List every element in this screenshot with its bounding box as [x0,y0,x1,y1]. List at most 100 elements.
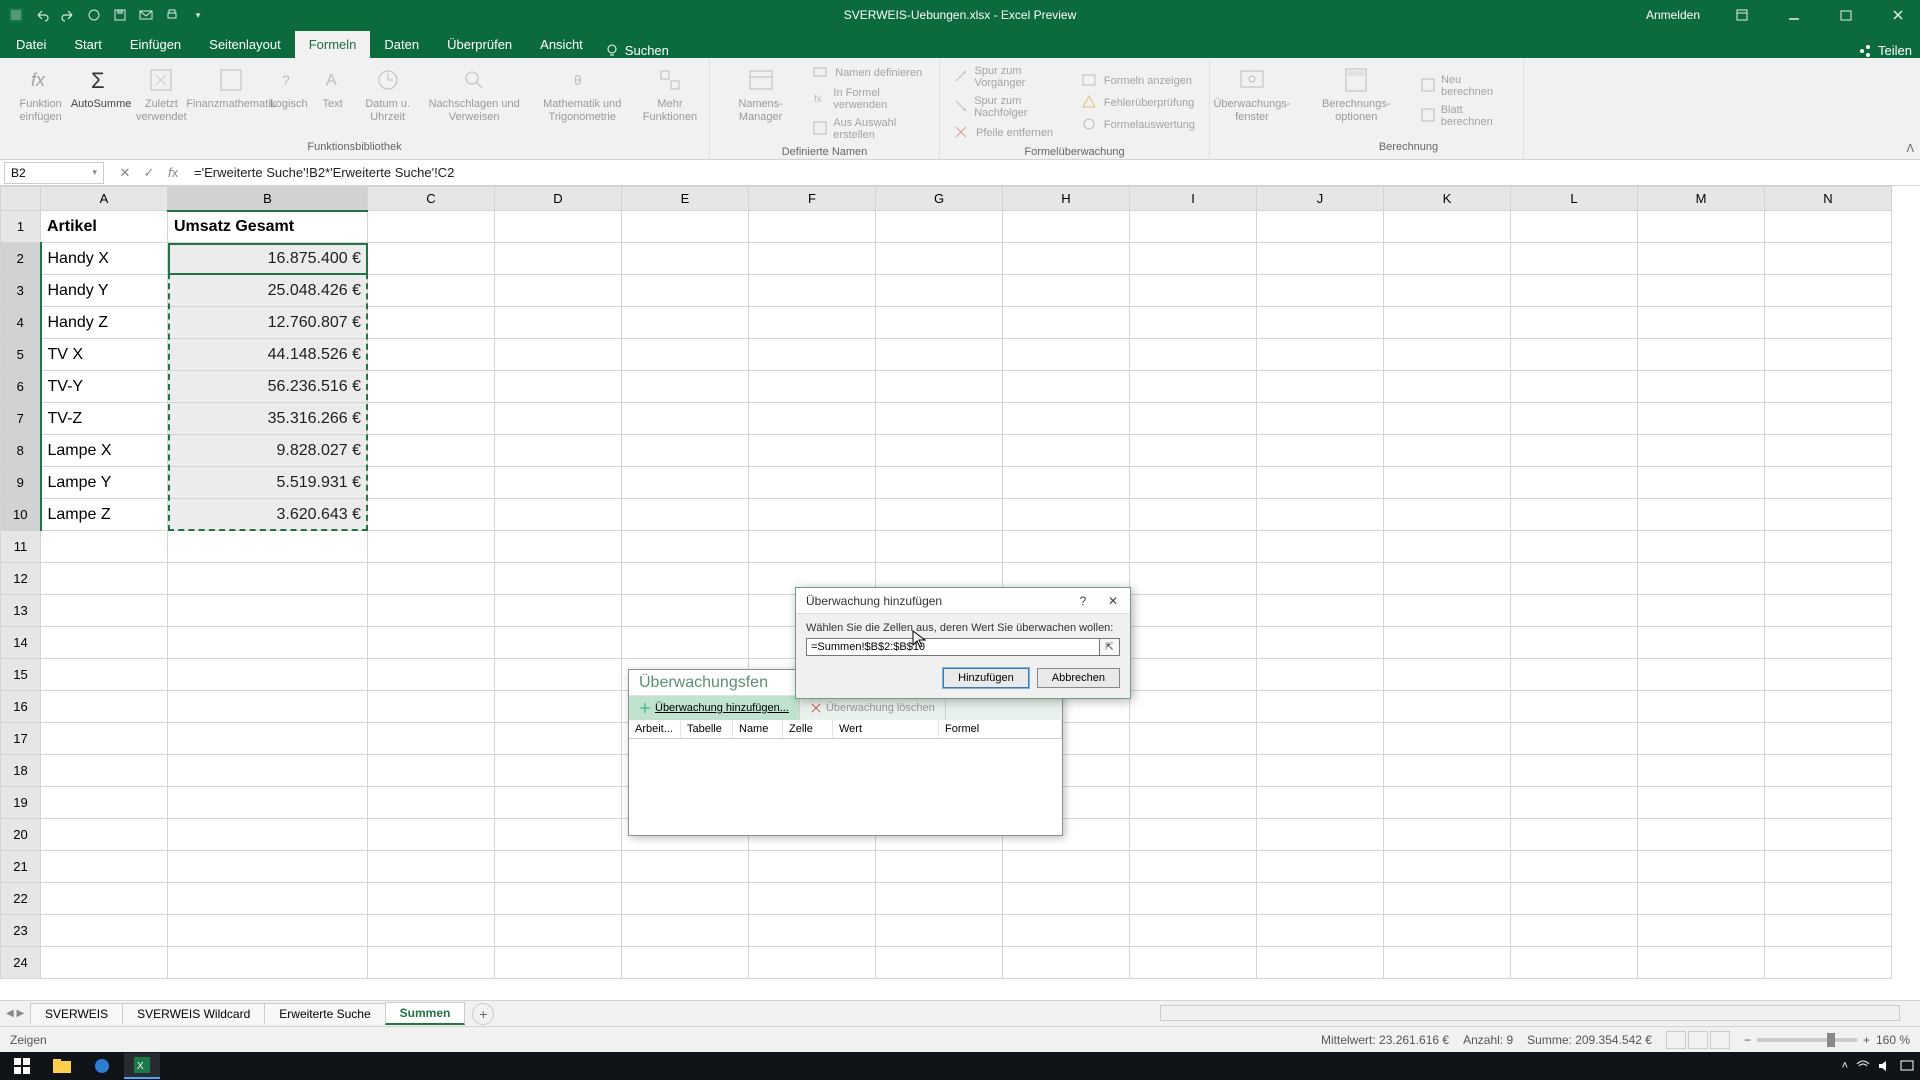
col-header-b[interactable]: B [168,187,368,211]
tab-seitenlayout[interactable]: Seitenlayout [195,31,295,58]
more-functions-button[interactable]: Mehr Funktionen [637,62,703,139]
touch-mode-icon[interactable] [86,7,102,23]
cell[interactable] [1384,819,1511,851]
cell[interactable] [495,275,622,307]
logical-button[interactable]: ?Logisch [267,62,311,139]
row-header[interactable]: 15 [1,659,41,691]
system-tray[interactable]: ˄ [1842,1059,1914,1073]
cell[interactable] [1638,883,1765,915]
row-header[interactable]: 12 [1,563,41,595]
cell[interactable] [749,307,876,339]
tell-me-search[interactable]: Suchen [605,43,669,58]
cell[interactable] [495,467,622,499]
cell[interactable] [368,403,495,435]
cell[interactable] [1511,787,1638,819]
cell[interactable] [495,883,622,915]
col-header-a[interactable]: A [41,187,168,211]
cell[interactable] [41,723,168,755]
cell[interactable] [1130,947,1257,979]
cell[interactable] [622,403,749,435]
create-from-selection-button[interactable]: Aus Auswahl erstellen [805,114,933,144]
cell[interactable] [1765,467,1892,499]
math-button[interactable]: θMathematik und Trigonometrie [528,62,637,139]
cell[interactable] [749,531,876,563]
cell[interactable] [368,659,495,691]
undo-icon[interactable] [34,7,50,23]
cell[interactable] [1765,947,1892,979]
save-icon[interactable] [112,7,128,23]
cell[interactable] [622,563,749,595]
tray-chevron-icon[interactable]: ˄ [1842,1060,1848,1072]
cell[interactable] [1511,371,1638,403]
cell[interactable] [368,339,495,371]
error-check-button[interactable]: Fehlerüberprüfung [1074,92,1203,114]
cell[interactable] [1257,275,1384,307]
cell[interactable] [368,211,495,243]
cell[interactable] [1130,627,1257,659]
cell[interactable] [1511,307,1638,339]
cell[interactable] [1765,339,1892,371]
financial-button[interactable]: Finanzmathematik [196,62,267,139]
fx-icon[interactable]: fx [164,164,182,182]
cell[interactable] [1638,819,1765,851]
cell[interactable] [622,371,749,403]
cell[interactable] [1765,755,1892,787]
cell[interactable] [495,531,622,563]
cell[interactable] [495,627,622,659]
cell[interactable] [168,723,368,755]
cell[interactable] [1384,691,1511,723]
col-header-h[interactable]: H [1003,187,1130,211]
cell[interactable]: Handy Y [41,275,168,307]
cell[interactable] [1765,211,1892,243]
cell[interactable] [1638,371,1765,403]
tab-formeln[interactable]: Formeln [295,31,371,58]
sheet-tab-1[interactable]: SVERWEIS [30,1003,123,1024]
cell[interactable] [1765,243,1892,275]
accept-formula-icon[interactable]: ✓ [140,164,158,182]
cell[interactable] [41,627,168,659]
col-header-g[interactable]: G [876,187,1003,211]
cell[interactable] [168,819,368,851]
cancel-formula-icon[interactable]: ✕ [116,164,134,182]
cell[interactable] [1384,915,1511,947]
cell[interactable] [168,755,368,787]
cell[interactable] [749,371,876,403]
cell[interactable] [1511,723,1638,755]
cell[interactable] [1003,499,1130,531]
cell[interactable] [876,243,1003,275]
cell[interactable] [1384,883,1511,915]
cell[interactable] [1003,435,1130,467]
cell[interactable] [876,915,1003,947]
cell[interactable] [495,307,622,339]
cell[interactable] [1638,339,1765,371]
cell[interactable]: Handy Z [41,307,168,339]
cell[interactable] [876,211,1003,243]
name-manager-button[interactable]: Namens-Manager [716,62,805,144]
cell[interactable] [749,435,876,467]
cell[interactable] [1511,339,1638,371]
redo-icon[interactable] [60,7,76,23]
row-header[interactable]: 1 [1,211,41,243]
cell[interactable] [876,307,1003,339]
cell[interactable] [41,819,168,851]
cell[interactable] [1257,787,1384,819]
row-header[interactable]: 13 [1,595,41,627]
cell[interactable] [1511,659,1638,691]
cell[interactable] [1384,563,1511,595]
ribbon-display-icon[interactable] [1724,0,1760,30]
cell[interactable] [1511,915,1638,947]
cell[interactable] [368,467,495,499]
watch-window-button[interactable]: Überwachungs-fenster [1216,62,1288,139]
tab-datei[interactable]: Datei [2,31,60,58]
cell[interactable] [368,243,495,275]
cell[interactable] [1511,691,1638,723]
cell[interactable] [622,851,749,883]
cell[interactable] [1511,499,1638,531]
cell[interactable] [1257,211,1384,243]
start-button[interactable] [4,1053,40,1079]
cell[interactable] [1511,627,1638,659]
cell[interactable] [495,723,622,755]
row-header[interactable]: 17 [1,723,41,755]
cell[interactable] [1638,307,1765,339]
close-icon[interactable] [1880,0,1916,30]
